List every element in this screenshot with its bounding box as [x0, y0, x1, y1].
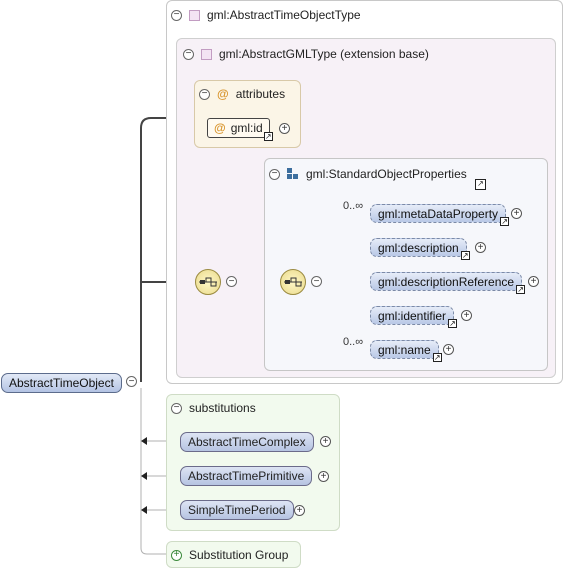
- element-gml-descriptionreference[interactable]: gml:descriptionReference ↗: [370, 272, 526, 294]
- reference-arrow-icon[interactable]: ↗: [263, 132, 273, 141]
- complex-type-icon: [189, 9, 200, 21]
- element-gml-name[interactable]: gml:name ↗: [370, 340, 442, 362]
- complex-type-icon: [201, 48, 212, 60]
- root-element-label: AbstractTimeObject: [9, 376, 114, 390]
- expand-plus-icon[interactable]: +: [475, 242, 486, 253]
- substitution-abstracttimeprimitive[interactable]: AbstractTimePrimitive: [180, 466, 313, 486]
- substitution-simpletimeperiod[interactable]: SimpleTimePeriod: [180, 500, 294, 520]
- substitutions-label: substitutions: [189, 401, 256, 415]
- extension-header: − gml:AbstractGMLType (extension base): [183, 47, 429, 61]
- substitution-group-label: Substitution Group: [189, 548, 289, 562]
- reference-arrow-icon[interactable]: ↗: [448, 319, 458, 328]
- attribute-icon: @: [214, 121, 226, 135]
- sequence-compositor-icon[interactable]: [195, 269, 221, 295]
- collapse-toggle-icon[interactable]: −: [311, 276, 322, 287]
- attribute-label: gml:id: [230, 121, 263, 135]
- extension-label: gml:AbstractGMLType (extension base): [219, 47, 429, 61]
- cardinality-label: 0..∞: [343, 336, 364, 348]
- collapse-toggle-icon[interactable]: −: [171, 9, 182, 21]
- expand-plus-icon[interactable]: +: [320, 436, 331, 447]
- expand-plus-icon[interactable]: +: [279, 123, 290, 134]
- attributes-label: attributes: [235, 87, 286, 101]
- collapse-toggle-icon[interactable]: −: [126, 376, 137, 387]
- element-label: gml:identifier: [378, 308, 447, 323]
- substitution-label: SimpleTimePeriod: [188, 503, 286, 517]
- group-icon: [287, 168, 299, 180]
- reference-arrow-icon[interactable]: ↗: [500, 217, 510, 226]
- cardinality-label: 0..∞: [343, 200, 364, 212]
- collapse-toggle-icon[interactable]: −: [183, 48, 194, 60]
- substitution-label: AbstractTimePrimitive: [188, 469, 305, 483]
- substitution-abstracttimecomplex[interactable]: AbstractTimeComplex: [180, 432, 314, 452]
- substitutions-header: − substitutions: [171, 401, 256, 415]
- collapse-toggle-icon[interactable]: −: [171, 402, 182, 414]
- complex-type-label: gml:AbstractTimeObjectType: [207, 8, 361, 22]
- element-label: gml:description: [378, 240, 459, 255]
- substitution-group-header[interactable]: + Substitution Group: [171, 548, 288, 562]
- expand-plus-icon[interactable]: +: [443, 344, 454, 355]
- reference-arrow-icon[interactable]: ↗: [475, 179, 486, 190]
- std-props-header: − gml:StandardObjectProperties: [269, 167, 467, 181]
- element-gml-description[interactable]: gml:description ↗: [370, 238, 470, 260]
- expand-toggle-icon[interactable]: +: [171, 549, 182, 561]
- arrow-left-icon: [141, 506, 147, 514]
- element-gml-identifier[interactable]: gml:identifier ↗: [370, 306, 458, 328]
- arrow-left-icon: [141, 437, 147, 445]
- element-gml-metadataproperty[interactable]: gml:metaDataProperty ↗: [370, 204, 510, 226]
- reference-arrow-icon[interactable]: ↗: [516, 285, 526, 294]
- attribute-icon: @: [217, 87, 229, 101]
- expand-plus-icon[interactable]: +: [318, 471, 329, 482]
- collapse-toggle-icon[interactable]: −: [199, 88, 210, 100]
- element-label: gml:metaDataProperty: [378, 206, 499, 221]
- expand-plus-icon[interactable]: +: [461, 310, 472, 321]
- element-label: gml:descriptionReference: [378, 274, 515, 289]
- arrow-left-icon: [141, 472, 147, 480]
- collapse-toggle-icon[interactable]: −: [226, 276, 237, 287]
- collapse-toggle-icon[interactable]: −: [269, 168, 280, 180]
- root-element[interactable]: AbstractTimeObject: [1, 373, 122, 393]
- reference-arrow-icon[interactable]: ↗: [432, 353, 442, 362]
- substitution-label: AbstractTimeComplex: [188, 435, 306, 449]
- sequence-compositor-icon[interactable]: [280, 269, 306, 295]
- attribute-gml-id[interactable]: @ gml:id ↗: [207, 118, 273, 141]
- element-label: gml:name: [378, 342, 431, 357]
- complex-type-header: − gml:AbstractTimeObjectType: [171, 8, 361, 22]
- std-props-label: gml:StandardObjectProperties: [306, 167, 467, 181]
- reference-arrow-icon[interactable]: ↗: [460, 251, 470, 260]
- expand-plus-icon[interactable]: +: [511, 208, 522, 219]
- attributes-header: − @ attributes: [199, 87, 285, 101]
- expand-plus-icon[interactable]: +: [294, 505, 305, 516]
- expand-plus-icon[interactable]: +: [528, 276, 539, 287]
